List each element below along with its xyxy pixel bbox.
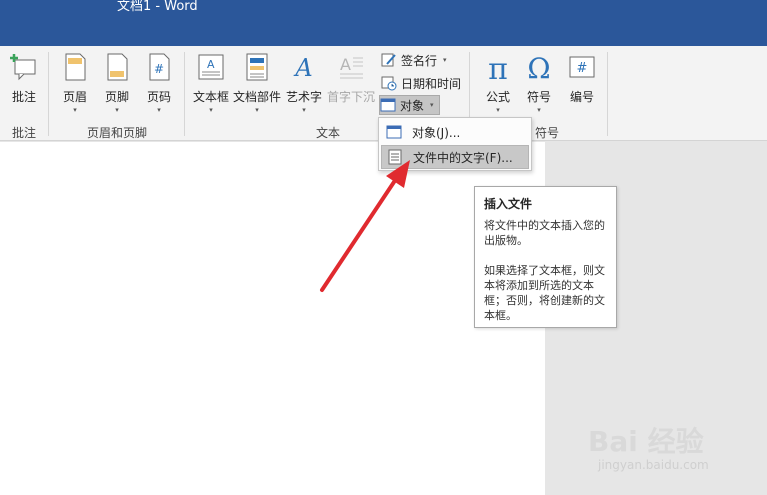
menu-item-label: 文件中的文字(F)...: [413, 150, 513, 165]
chevron-down-icon: ▾: [73, 106, 77, 114]
chevron-down-icon: ▾: [496, 106, 500, 114]
quick-parts-button[interactable]: 文档部件 ▾: [233, 52, 282, 114]
group-separator: [184, 52, 185, 136]
number-button[interactable]: # 编号: [565, 52, 599, 112]
header-icon: [60, 52, 90, 82]
hash-glyph: #: [154, 62, 164, 76]
omega-icon: Ω: [524, 52, 554, 85]
date-time-label: 日期和时间: [401, 76, 462, 91]
signature-line-label: 签名行: [401, 53, 438, 68]
equation-button[interactable]: π 公式 ▾: [480, 52, 516, 114]
object-label: 对象: [400, 98, 425, 113]
group-separator: [607, 52, 608, 136]
text-box-button[interactable]: A 文本框 ▾: [191, 52, 231, 114]
footer-icon: [102, 52, 132, 82]
drop-cap-label: 首字下沉: [327, 90, 376, 104]
document-page[interactable]: [0, 142, 545, 495]
drop-cap-icon: A: [336, 52, 366, 82]
window-title: 文档1 - Word: [117, 0, 198, 14]
quick-parts-label: 文档部件: [233, 90, 282, 104]
drop-cap-button[interactable]: A 首字下沉: [327, 52, 375, 112]
comment-label: 批注: [11, 90, 36, 104]
pi-glyph: π: [488, 52, 508, 82]
watermark-url: jingyan.baidu.com: [598, 458, 709, 472]
chevron-down-icon: ▾: [209, 106, 213, 114]
signature-line-button[interactable]: 签名行 ▾: [381, 50, 447, 70]
object-dropdown-menu: 对象(J)... 文件中的文字(F)...: [378, 117, 532, 171]
chevron-down-icon: ▾: [255, 106, 259, 114]
omega-glyph: Ω: [527, 52, 550, 82]
new-comment-icon: [9, 52, 39, 82]
tooltip-description: 将文件中的文本插入您的出版物。: [484, 219, 605, 247]
footer-label: 页脚: [104, 90, 129, 104]
footer-button[interactable]: 页脚 ▾: [100, 52, 134, 114]
chevron-down-icon: ▾: [537, 106, 541, 114]
group-label-comments: 批注: [12, 126, 37, 140]
symbol-label: 符号: [526, 90, 551, 104]
text-box-label: 文本框: [192, 90, 229, 104]
chevron-down-icon: ▾: [443, 56, 447, 64]
number-icon: #: [567, 52, 597, 82]
text-box-icon: A: [196, 52, 226, 82]
quick-parts-icon: [242, 52, 272, 82]
equation-label: 公式: [485, 90, 510, 104]
group-separator: [48, 52, 49, 136]
number-label: 编号: [569, 90, 594, 104]
chevron-down-icon: ▾: [302, 106, 306, 114]
menu-item-object[interactable]: 对象(J)...: [381, 120, 529, 144]
document-lines-icon: [387, 149, 403, 165]
baidu-jingyan-watermark: Bai 经验 jingyan.baidu.com: [588, 410, 738, 480]
hash-glyph: #: [577, 61, 588, 76]
wordart-button[interactable]: A 艺术字 ▾: [286, 52, 323, 114]
object-window-icon: [380, 97, 396, 113]
object-window-icon: [386, 124, 402, 140]
group-label-text: 文本: [316, 126, 341, 140]
calendar-clock-icon: [381, 75, 397, 91]
object-button[interactable]: 对象 ▾: [379, 95, 440, 115]
menu-item-label: 对象(J)...: [412, 125, 461, 140]
wordart-icon: A: [289, 52, 319, 82]
watermark-brand: Bai 经验: [588, 425, 704, 458]
chevron-down-icon: ▾: [115, 106, 119, 114]
date-time-button[interactable]: 日期和时间: [381, 73, 461, 93]
tooltip-insert-file: 插入文件 将文件中的文本插入您的出版物。 如果选择了文本框，则文本将添加到所选的…: [474, 186, 617, 328]
group-label-header-footer: 页眉和页脚: [87, 126, 148, 140]
signature-pen-icon: [381, 52, 397, 68]
tooltip-title: 插入文件: [484, 197, 533, 211]
header-label: 页眉: [62, 90, 87, 104]
page-number-label: 页码: [146, 90, 171, 104]
symbol-button[interactable]: Ω 符号 ▾: [521, 52, 557, 114]
chevron-down-icon: ▾: [157, 106, 161, 114]
group-label-symbols: 符号: [535, 126, 560, 140]
svg-text:A: A: [340, 55, 351, 74]
page-number-button[interactable]: # 页码 ▾: [142, 52, 176, 114]
page-number-icon: #: [144, 52, 174, 82]
title-bar: 文档1 - Word: [0, 0, 767, 46]
wordart-glyph: A: [293, 54, 312, 82]
header-button[interactable]: 页眉 ▾: [58, 52, 92, 114]
chevron-down-icon: ▾: [430, 101, 434, 109]
comment-button[interactable]: 批注: [6, 52, 42, 112]
wordart-label: 艺术字: [286, 90, 323, 104]
svg-text:A: A: [207, 58, 215, 71]
pi-icon: π: [483, 52, 513, 87]
tooltip-description-detail: 如果选择了文本框，则文本将添加到所选的文本框；否则，将创建新的文本框。: [484, 264, 605, 322]
menu-item-text-from-file[interactable]: 文件中的文字(F)...: [381, 145, 529, 169]
